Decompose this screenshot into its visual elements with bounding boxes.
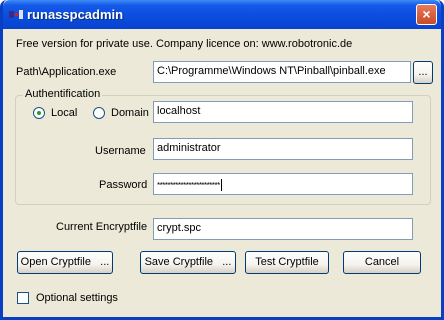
- domain-radio[interactable]: [93, 107, 105, 119]
- license-info-text: Free version for private use. Company li…: [16, 38, 353, 50]
- runas-app-icon: [9, 10, 23, 19]
- open-cryptfile-label: Open Cryptfile: [20, 256, 91, 268]
- path-input[interactable]: C:\Programme\Windows NT\Pinball\pinball.…: [153, 61, 411, 83]
- host-input[interactable]: localhost: [153, 101, 413, 123]
- password-label: Password: [99, 179, 148, 191]
- encryptfile-label: Current Encryptfile: [56, 221, 148, 233]
- text-caret: [220, 179, 222, 191]
- open-cryptfile-button[interactable]: Open Cryptfile ...: [17, 251, 113, 274]
- test-cryptfile-button[interactable]: Test Cryptfile: [245, 251, 329, 274]
- username-input[interactable]: administrator: [153, 138, 413, 160]
- window-title: runasspcadmin: [27, 7, 124, 22]
- browse-path-button[interactable]: ...: [413, 61, 433, 84]
- username-label: Username: [95, 145, 146, 157]
- local-radio[interactable]: [33, 107, 45, 119]
- optional-settings-label[interactable]: Optional settings: [36, 292, 118, 304]
- title-bar[interactable]: runasspcadmin ×: [3, 0, 441, 29]
- password-input[interactable]: ************************: [153, 173, 413, 195]
- save-cryptfile-button[interactable]: Save Cryptfile ...: [140, 251, 236, 274]
- domain-radio-label[interactable]: Domain: [111, 107, 149, 119]
- authentification-group-label: Authentification: [23, 88, 103, 100]
- close-icon[interactable]: ×: [416, 4, 437, 25]
- optional-settings-checkbox[interactable]: [17, 292, 29, 304]
- runasspcadmin-window: runasspcadmin × Free version for private…: [0, 0, 444, 320]
- save-cryptfile-label: Save Cryptfile: [144, 256, 214, 268]
- path-label: Path\Application.exe: [16, 66, 117, 78]
- encryptfile-input[interactable]: crypt.spc: [153, 218, 413, 240]
- cancel-button[interactable]: Cancel: [343, 251, 421, 274]
- save-cryptfile-more: ...: [222, 256, 232, 268]
- password-mask: ************************: [157, 181, 220, 190]
- local-radio-label[interactable]: Local: [51, 107, 77, 119]
- open-cryptfile-more: ...: [100, 256, 110, 268]
